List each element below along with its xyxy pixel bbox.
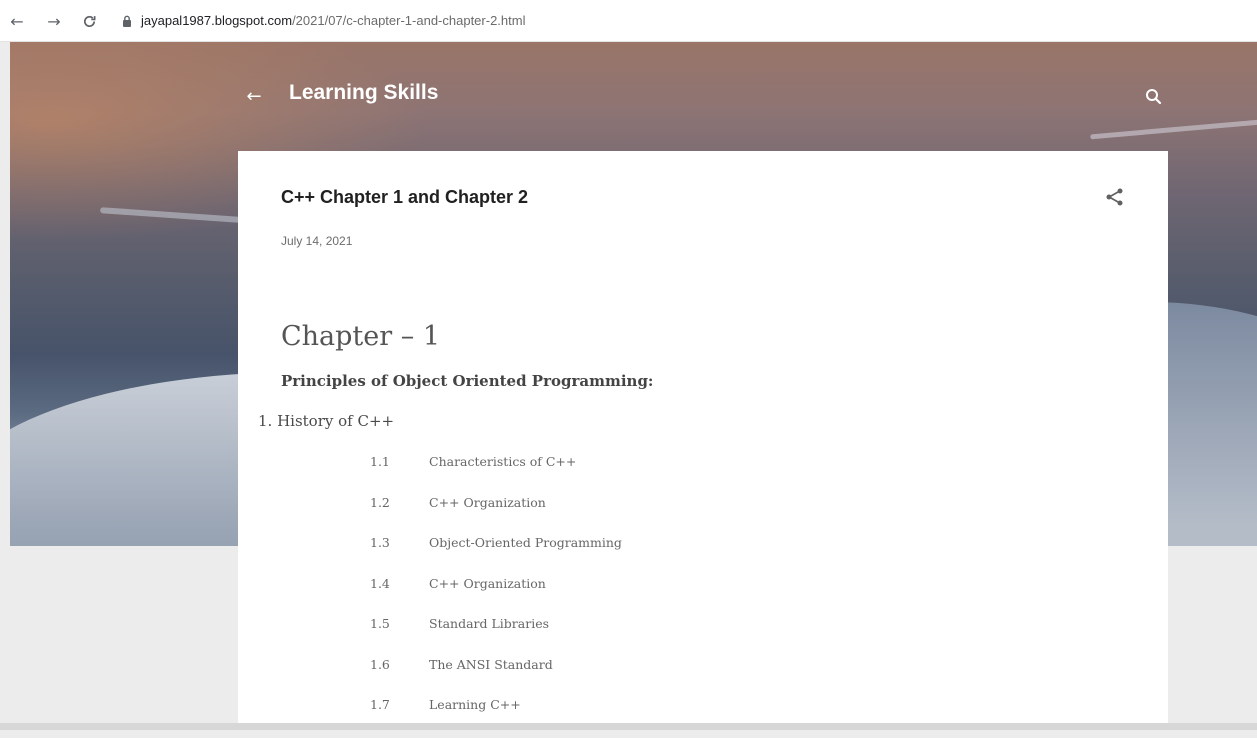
lock-icon[interactable] bbox=[120, 14, 134, 28]
window-bottom-edge bbox=[0, 723, 1257, 730]
chapter-heading: Chapter – 1 bbox=[281, 321, 441, 352]
share-icon[interactable] bbox=[1103, 185, 1127, 209]
item-number: 1.5 bbox=[370, 616, 390, 631]
url-host: jayapal1987.blogspot.com bbox=[141, 13, 293, 28]
section-subheading: Principles of Object Oriented Programmin… bbox=[281, 372, 654, 390]
browser-address-bar: ← → jayapal1987.blogspot.com/2021/07/c-c… bbox=[0, 0, 1257, 42]
item-number: 1.4 bbox=[370, 575, 390, 591]
post-date: July 14, 2021 bbox=[281, 234, 353, 248]
url-field[interactable]: jayapal1987.blogspot.com/2021/07/c-chapt… bbox=[141, 13, 525, 28]
search-icon[interactable] bbox=[1143, 86, 1165, 108]
section-title: 1. History of C++ bbox=[258, 412, 395, 430]
item-label: Characteristics of C++ bbox=[429, 454, 577, 469]
item-label: The ANSI Standard bbox=[429, 656, 553, 672]
list-item: 1.4 C++ Organization bbox=[370, 576, 622, 617]
post-title: C++ Chapter 1 and Chapter 2 bbox=[281, 187, 529, 207]
item-label: Object-Oriented Programming bbox=[429, 535, 622, 550]
item-label: C++ Organization bbox=[429, 575, 546, 591]
list-item: 1.5 Standard Libraries bbox=[370, 616, 622, 657]
back-arrow-icon[interactable]: ← bbox=[242, 84, 266, 108]
item-label: C++ Organization bbox=[429, 494, 546, 510]
url-path: /2021/07/c-chapter-1-and-chapter-2.html bbox=[292, 13, 526, 28]
topic-list: 1.1 Characteristics of C++ 1.2 C++ Organiz… bbox=[370, 454, 622, 738]
item-label: Learning C++ bbox=[429, 697, 521, 712]
list-item: 1.6 The ANSI Standard bbox=[370, 657, 622, 698]
list-item: 1.1 Characteristics of C++ bbox=[370, 454, 622, 495]
item-number: 1.7 bbox=[370, 697, 390, 712]
list-item: 1.3 Object-Oriented Programming bbox=[370, 535, 622, 576]
item-number: 1.3 bbox=[370, 535, 390, 550]
blog-title[interactable]: Learning Skills bbox=[289, 81, 438, 105]
item-number: 1.2 bbox=[370, 494, 390, 510]
item-number: 1.1 bbox=[370, 454, 390, 469]
item-number: 1.6 bbox=[370, 656, 390, 672]
browser-forward-icon[interactable]: → bbox=[43, 10, 65, 32]
browser-reload-icon[interactable] bbox=[78, 10, 100, 32]
item-label: Standard Libraries bbox=[429, 616, 550, 631]
post-card: C++ Chapter 1 and Chapter 2 July 14, 202… bbox=[238, 151, 1168, 730]
browser-back-icon[interactable]: ← bbox=[6, 10, 28, 32]
list-item: 1.2 C++ Organization bbox=[370, 495, 622, 536]
list-item: 1.7 Learning C++ bbox=[370, 697, 622, 738]
